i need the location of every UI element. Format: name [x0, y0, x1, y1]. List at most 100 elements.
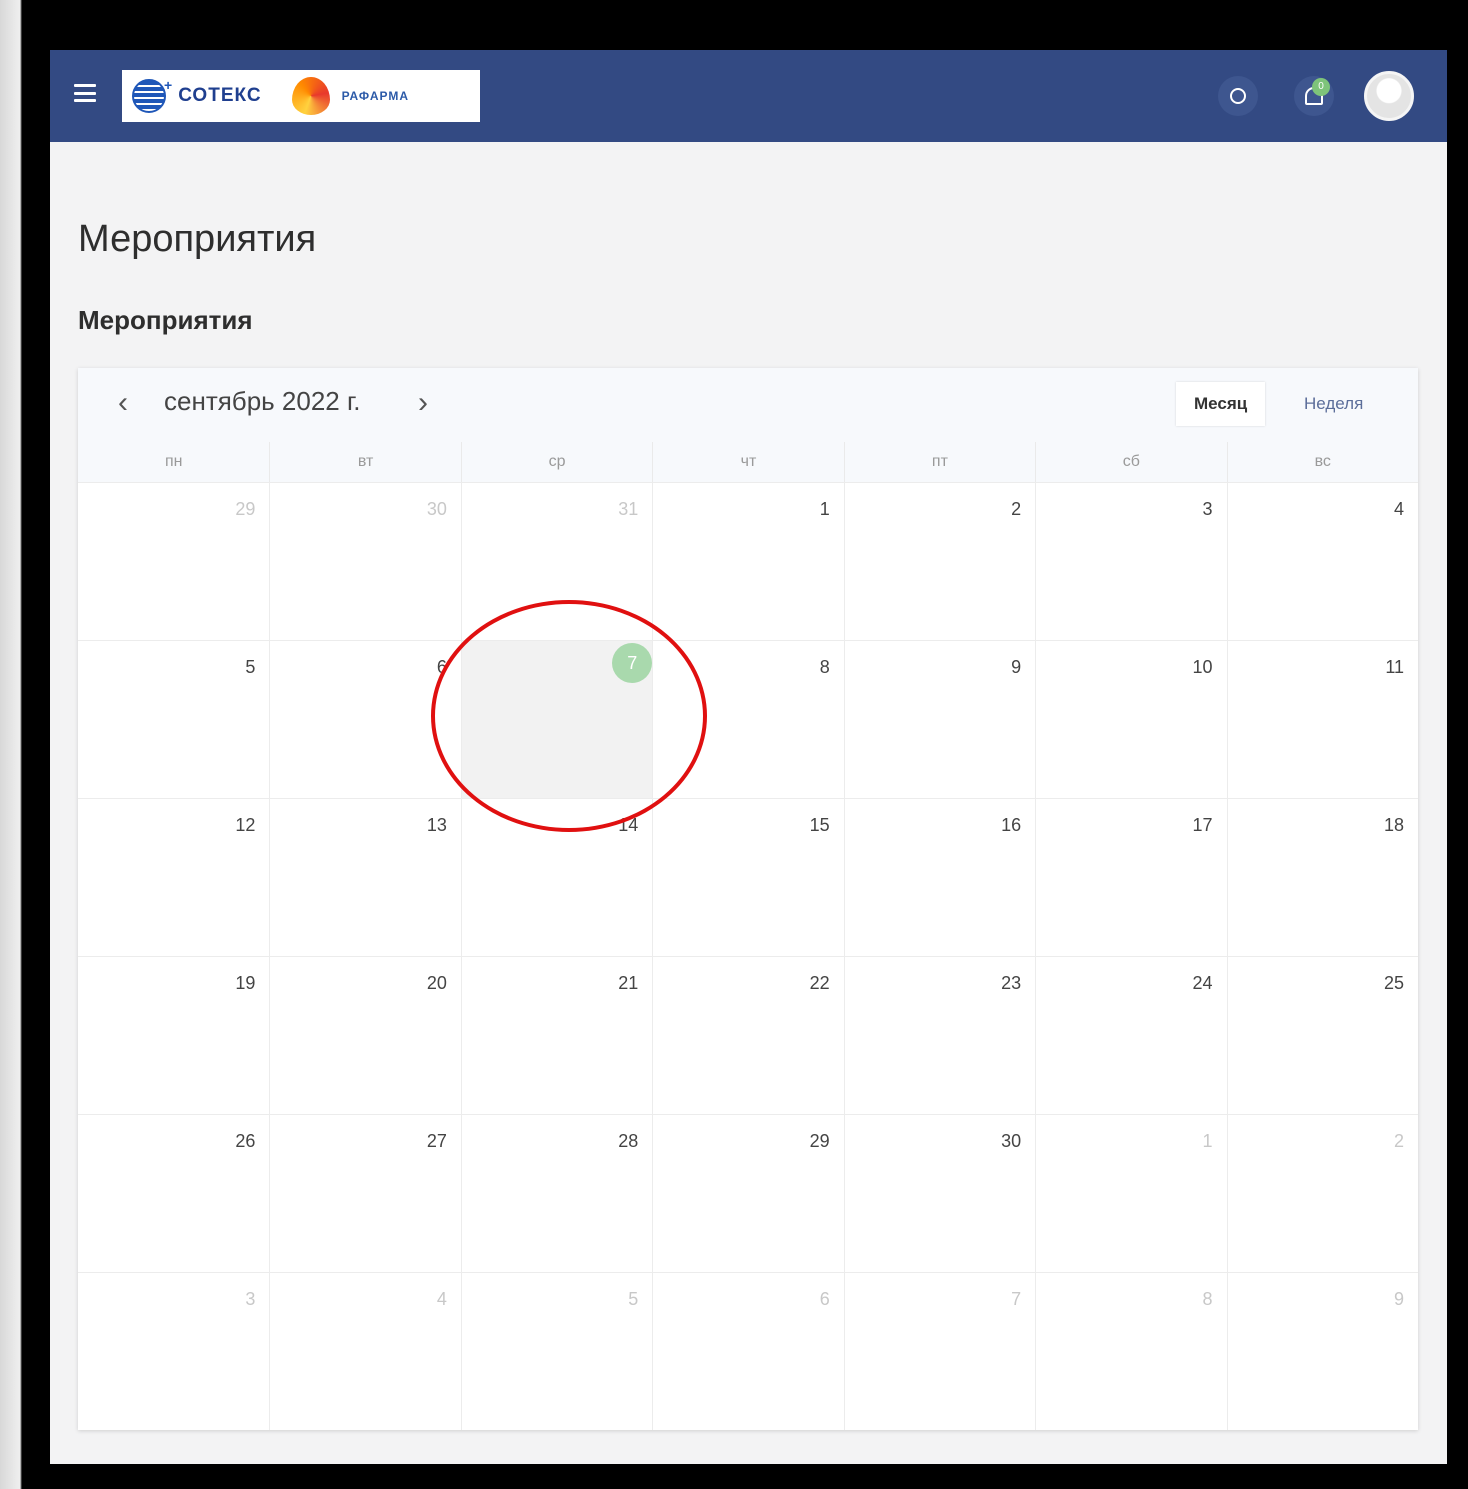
day-number: 4 — [436, 1289, 447, 1309]
day-number: 3 — [245, 1289, 256, 1309]
weekday-label: сб — [1035, 442, 1226, 482]
day-cell[interactable]: 17 — [1035, 798, 1227, 956]
day-number: 13 — [426, 815, 447, 835]
day-cell[interactable]: 30 — [843, 1114, 1036, 1272]
day-number: 17 — [1192, 815, 1213, 835]
day-cell[interactable]: 5 — [78, 640, 270, 798]
day-number: 3 — [1202, 499, 1213, 519]
day-cell[interactable]: 7 — [843, 1272, 1036, 1430]
day-cell[interactable]: 14 — [460, 798, 653, 956]
top-bar: + СОТЕКС РАФАРМА 0 — [50, 50, 1447, 142]
day-cell[interactable]: 29 — [78, 482, 270, 640]
flame-logo-icon — [291, 77, 330, 115]
day-cell[interactable]: 1 — [1035, 1114, 1227, 1272]
chevron-left-icon[interactable]: ‹ — [108, 386, 138, 420]
day-number: 7 — [1011, 1289, 1022, 1309]
day-number: 5 — [628, 1289, 639, 1309]
calendar-toolbar: ‹ сентябрь 2022 г. › Месяц Неделя — [78, 368, 1418, 442]
day-cell[interactable]: 21 — [460, 956, 653, 1114]
day-number: 20 — [426, 973, 447, 993]
day-number: 27 — [426, 1131, 447, 1151]
chevron-right-icon[interactable]: › — [408, 386, 438, 420]
weekday-label: чт — [652, 442, 843, 482]
day-number: 10 — [1192, 657, 1213, 677]
day-number: 6 — [436, 657, 447, 677]
day-cell[interactable]: 16 — [843, 798, 1036, 956]
notification-badge: 0 — [1312, 78, 1330, 96]
day-cell[interactable]: 2 — [843, 482, 1036, 640]
day-number: 29 — [235, 499, 256, 519]
weekday-header: пн вт ср чт пт сб вс — [78, 442, 1418, 482]
day-number: 22 — [809, 973, 830, 993]
day-cell[interactable]: 9 — [843, 640, 1036, 798]
day-cell[interactable]: 15 — [652, 798, 844, 956]
events-calendar: ‹ сентябрь 2022 г. › Месяц Неделя пн вт … — [78, 368, 1418, 1430]
day-cell[interactable]: 24 — [1035, 956, 1227, 1114]
day-number: 8 — [1202, 1289, 1213, 1309]
day-number: 29 — [809, 1131, 830, 1151]
day-cell[interactable]: 4 — [1226, 482, 1418, 640]
day-cell[interactable]: 1 — [652, 482, 844, 640]
day-number: 30 — [426, 499, 447, 519]
menu-icon[interactable] — [74, 84, 96, 102]
month-view-button[interactable]: Месяц — [1176, 382, 1266, 426]
day-cell[interactable]: 25 — [1226, 956, 1418, 1114]
day-cell-today[interactable]: 7 — [460, 640, 653, 798]
day-number: 28 — [618, 1131, 639, 1151]
day-cell[interactable]: 23 — [843, 956, 1036, 1114]
day-number: 26 — [235, 1131, 256, 1151]
weekday-label: пн — [164, 453, 183, 470]
day-cell[interactable]: 12 — [78, 798, 270, 956]
day-number: 2 — [1011, 499, 1022, 519]
day-number: 15 — [809, 815, 830, 835]
day-cell[interactable]: 18 — [1226, 798, 1418, 956]
day-number: 23 — [1001, 973, 1022, 993]
day-cell[interactable]: 8 — [1035, 1272, 1227, 1430]
day-number: 21 — [618, 973, 639, 993]
day-cell[interactable]: 3 — [78, 1272, 270, 1430]
day-grid: 29 30 31 1 2 3 4 5 6 7 8 9 10 11 12 13 14 15 16 17 18 19 20 21 2… — [78, 482, 1418, 1430]
weekday-label: вс — [1226, 442, 1418, 482]
day-cell[interactable]: 29 — [652, 1114, 844, 1272]
weekday-label: вт — [269, 442, 460, 482]
app-window: + СОТЕКС РАФАРМА 0 Мероприятия Мероприят… — [50, 50, 1447, 1464]
day-cell[interactable]: 9 — [1226, 1272, 1418, 1430]
day-number: 25 — [1383, 973, 1404, 993]
day-cell[interactable]: 8 — [652, 640, 844, 798]
day-cell[interactable]: 31 — [460, 482, 653, 640]
day-cell[interactable]: 28 — [460, 1114, 653, 1272]
day-cell[interactable]: 4 — [269, 1272, 461, 1430]
search-icon — [1230, 88, 1246, 104]
week-view-button[interactable]: Неделя — [1286, 382, 1381, 426]
day-number: 24 — [1192, 973, 1213, 993]
day-cell[interactable]: 5 — [460, 1272, 653, 1430]
weekday-label: ср — [460, 442, 652, 482]
day-cell[interactable]: 6 — [652, 1272, 844, 1430]
day-cell[interactable]: 19 — [78, 956, 270, 1114]
notifications-button[interactable]: 0 — [1294, 76, 1334, 116]
day-cell[interactable]: 6 — [269, 640, 461, 798]
day-number: 8 — [819, 657, 830, 677]
company-logo[interactable]: + СОТЕКС РАФАРМА — [122, 70, 480, 122]
day-cell[interactable]: 27 — [269, 1114, 461, 1272]
day-cell[interactable]: 22 — [652, 956, 844, 1114]
day-number: 7 — [612, 643, 653, 683]
day-cell[interactable]: 20 — [269, 956, 461, 1114]
day-number: 9 — [1011, 657, 1022, 677]
search-button[interactable] — [1218, 76, 1258, 116]
user-avatar[interactable] — [1364, 71, 1414, 121]
day-cell[interactable]: 26 — [78, 1114, 270, 1272]
day-number: 4 — [1393, 499, 1404, 519]
day-number: 30 — [1001, 1131, 1022, 1151]
day-cell[interactable]: 2 — [1226, 1114, 1418, 1272]
day-cell[interactable]: 30 — [269, 482, 461, 640]
day-number: 2 — [1393, 1131, 1404, 1151]
day-cell[interactable]: 11 — [1226, 640, 1418, 798]
day-number: 19 — [235, 973, 256, 993]
day-number: 5 — [245, 657, 256, 677]
day-number: 1 — [819, 499, 830, 519]
day-cell[interactable]: 10 — [1035, 640, 1227, 798]
day-number: 16 — [1001, 815, 1022, 835]
day-cell[interactable]: 13 — [269, 798, 461, 956]
day-cell[interactable]: 3 — [1035, 482, 1227, 640]
